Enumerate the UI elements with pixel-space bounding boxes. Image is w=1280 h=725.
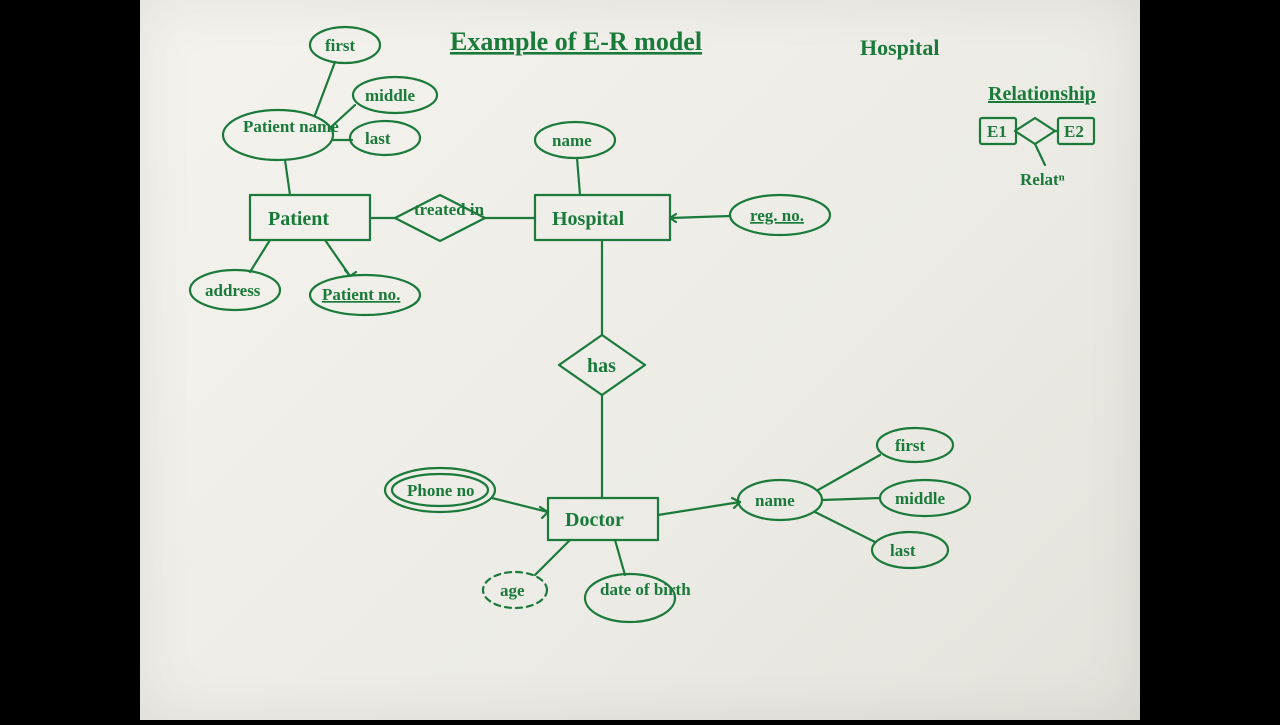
attr-doctor-name-label: name xyxy=(755,491,795,510)
rel-has-label: has xyxy=(587,355,616,377)
attr-d-middle-label: middle xyxy=(895,489,946,508)
legend-e1: E1 xyxy=(987,122,1007,141)
entity-doctor-label: Doctor xyxy=(565,509,624,531)
legend-relat: Relatⁿ xyxy=(1020,170,1065,189)
entity-patient-label: Patient xyxy=(268,208,329,230)
attr-hospital-name-label: name xyxy=(552,131,592,150)
whiteboard-paper: Example of E-R model Hospital Relationsh… xyxy=(140,0,1140,720)
attr-d-first-label: first xyxy=(895,436,926,455)
attr-reg-no-label: reg. no. xyxy=(750,206,804,225)
attr-patient-name-label: Patient name xyxy=(243,117,339,136)
legend-e2: E2 xyxy=(1064,122,1084,141)
legend-heading: Relationship xyxy=(988,83,1096,105)
attr-patient-no-label: Patient no. xyxy=(322,285,400,304)
attr-d-last-label: last xyxy=(890,541,916,560)
entity-hospital-label: Hospital xyxy=(552,208,625,230)
legend-relationship: Relationship E1 E2 Relatⁿ xyxy=(980,83,1096,189)
attr-dob-label: date of birth xyxy=(600,580,691,599)
er-diagram: Example of E-R model Hospital Relationsh… xyxy=(140,0,1140,720)
attr-last-label: last xyxy=(365,129,391,148)
diagram-title: Example of E-R model xyxy=(450,27,702,56)
corner-note: Hospital xyxy=(860,35,939,60)
attr-first-label: first xyxy=(325,36,356,55)
rel-treated-in-label: treated in xyxy=(414,200,485,219)
attr-address-label: address xyxy=(205,281,261,300)
attr-age-label: age xyxy=(500,581,525,600)
attr-phone-no-label: Phone no xyxy=(407,481,475,500)
attr-middle-label: middle xyxy=(365,86,416,105)
